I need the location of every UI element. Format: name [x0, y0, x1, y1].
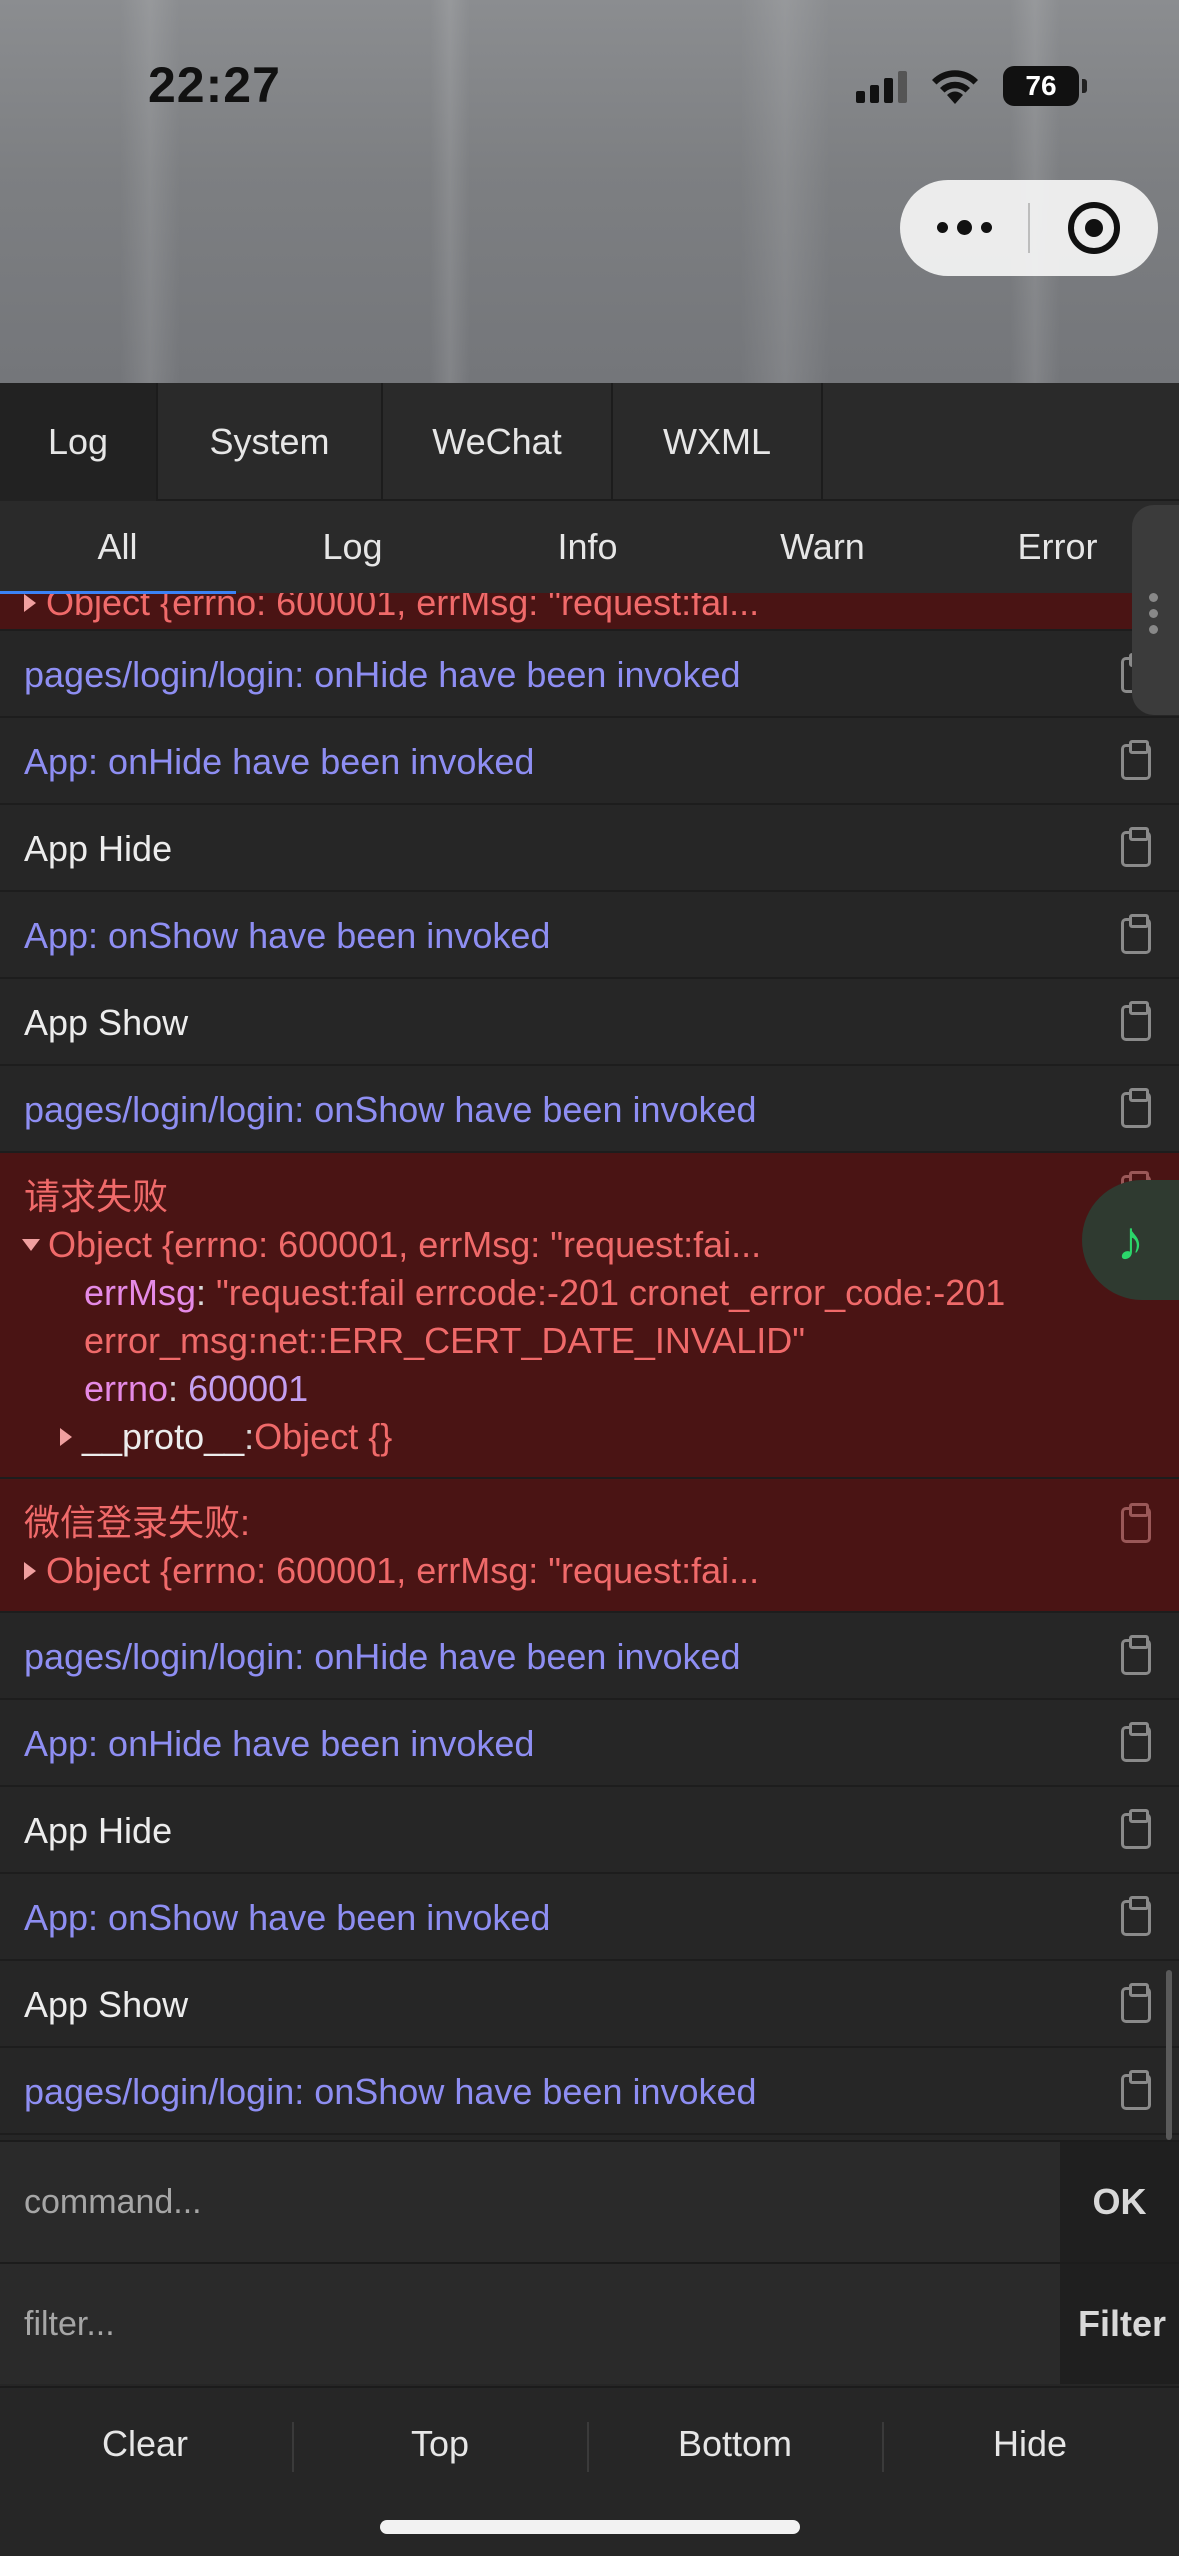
- subtab-warn[interactable]: Warn: [705, 501, 940, 593]
- hide-button[interactable]: Hide: [885, 2414, 1175, 2474]
- copy-icon[interactable]: [1121, 2070, 1151, 2110]
- error-object-summary: Object {errno: 600001, errMsg: "request:…: [48, 1224, 762, 1265]
- log-text: App: onHide have been invoked: [24, 741, 535, 782]
- log-text: App Show: [24, 1002, 189, 1043]
- side-drag-handle[interactable]: [1132, 505, 1179, 715]
- copy-icon[interactable]: [1121, 1635, 1151, 1675]
- tab-wxml[interactable]: WXML: [613, 383, 823, 501]
- log-row-error-partial: Object {errno: 600001, errMsg: "request:…: [0, 593, 1179, 631]
- close-miniprogram-button[interactable]: [1030, 202, 1158, 254]
- log-text: App: onHide have been invoked: [24, 1723, 535, 1764]
- log-text: App Show: [24, 1984, 189, 2025]
- tab-system[interactable]: System: [158, 383, 383, 501]
- subtab-info[interactable]: Info: [470, 501, 705, 593]
- cellular-signal-icon: [856, 69, 907, 103]
- filter-button[interactable]: Filter: [1060, 2264, 1179, 2384]
- log-row: App Show: [0, 979, 1179, 1066]
- proto-key: __proto__: [82, 1416, 245, 1457]
- expand-arrow-icon[interactable]: [24, 594, 36, 612]
- log-row: pages/login/login: onHide have been invo…: [0, 1613, 1179, 1700]
- scrollbar[interactable]: [1166, 1970, 1172, 2140]
- copy-icon[interactable]: [1121, 1722, 1151, 1762]
- log-row: App Hide: [0, 1787, 1179, 1874]
- log-row: App: onShow have been invoked: [0, 892, 1179, 979]
- status-time: 22:27: [148, 57, 281, 113]
- error-title: 微信登录失败:: [24, 1502, 251, 1543]
- error-object-summary: Object {errno: 600001, errMsg: "request:…: [46, 1550, 760, 1591]
- subtab-all[interactable]: All: [0, 501, 235, 593]
- home-indicator: [380, 2520, 800, 2534]
- mini-program-header: 22:27 76: [0, 0, 1179, 383]
- proto-value: Object {}: [254, 1416, 393, 1457]
- subtab-log[interactable]: Log: [235, 501, 470, 593]
- log-row-error: 微信登录失败: Object {errno: 600001, errMsg: "…: [0, 1479, 1179, 1613]
- ok-button[interactable]: OK: [1060, 2142, 1179, 2262]
- log-row: App: onHide have been invoked: [0, 718, 1179, 805]
- copy-icon[interactable]: [1121, 740, 1151, 780]
- copy-icon[interactable]: [1121, 827, 1151, 867]
- log-text: App: onShow have been invoked: [24, 1897, 551, 1938]
- log-text: pages/login/login: onShow have been invo…: [24, 1089, 757, 1130]
- filter-bar: Filter: [0, 2262, 1179, 2384]
- errmsg-value-cont: error_msg:net::ERR_CERT_DATE_INVALID": [84, 1320, 806, 1361]
- log-row: App Hide: [0, 805, 1179, 892]
- copy-icon[interactable]: [1121, 914, 1151, 954]
- vconsole-tab-bar: Log System WeChat WXML: [0, 383, 1179, 501]
- log-list[interactable]: Object {errno: 600001, errMsg: "request:…: [0, 593, 1179, 2140]
- more-options-button[interactable]: [900, 219, 1028, 235]
- error-object-summary: Object {errno: 600001, errMsg: "request:…: [46, 593, 760, 623]
- top-button[interactable]: Top: [295, 2414, 585, 2474]
- target-icon: [1068, 202, 1120, 254]
- errno-key: errno: [84, 1368, 169, 1409]
- log-filter-tabs: All Log Info Warn Error: [0, 501, 1179, 593]
- log-row: pages/login/login: onHide have been invo…: [0, 631, 1179, 718]
- tab-log[interactable]: Log: [0, 383, 158, 501]
- copy-icon[interactable]: [1121, 1809, 1151, 1849]
- log-row: App: onShow have been invoked: [0, 1874, 1179, 1961]
- command-bar: OK: [0, 2140, 1179, 2262]
- copy-icon[interactable]: [1121, 1983, 1151, 2023]
- capsule-menu: [900, 180, 1158, 276]
- filter-input[interactable]: [0, 2264, 1060, 2384]
- errno-value: 600001: [188, 1368, 309, 1409]
- log-text: pages/login/login: onShow have been invo…: [24, 2071, 757, 2112]
- copy-icon[interactable]: [1121, 1001, 1151, 1041]
- collapse-arrow-icon[interactable]: [22, 1239, 40, 1251]
- log-row-error-expanded: 请求失败 Object {errno: 600001, errMsg: "req…: [0, 1153, 1179, 1479]
- log-row: App: onHide have been invoked: [0, 1700, 1179, 1787]
- status-icons: 76: [856, 62, 1087, 110]
- copy-icon[interactable]: [1121, 1088, 1151, 1128]
- copy-icon[interactable]: [1121, 1896, 1151, 1936]
- log-row: pages/login/login: onShow have been invo…: [0, 1066, 1179, 1153]
- log-text: pages/login/login: onHide have been invo…: [24, 1636, 741, 1677]
- command-input[interactable]: [0, 2142, 1060, 2262]
- clear-button[interactable]: Clear: [0, 2414, 290, 2474]
- bottom-button[interactable]: Bottom: [590, 2414, 880, 2474]
- expand-arrow-icon[interactable]: [60, 1428, 72, 1446]
- errmsg-key: errMsg: [84, 1272, 197, 1313]
- log-row: App Show: [0, 1961, 1179, 2048]
- battery-icon: 76: [1003, 66, 1087, 106]
- errmsg-value: "request:fail errcode:-201 cronet_error_…: [216, 1272, 1006, 1313]
- active-subtab-indicator: [0, 591, 236, 594]
- wifi-icon: [932, 70, 978, 104]
- copy-icon[interactable]: [1121, 1503, 1151, 1543]
- tab-wechat[interactable]: WeChat: [383, 383, 613, 501]
- expand-arrow-icon[interactable]: [24, 1562, 36, 1580]
- log-text: App Hide: [24, 1810, 173, 1851]
- log-text: pages/login/login: onHide have been invo…: [24, 654, 741, 695]
- log-text: App Hide: [24, 828, 173, 869]
- log-text: App: onShow have been invoked: [24, 915, 551, 956]
- error-title: 请求失败: [24, 1176, 169, 1217]
- log-row: pages/login/login: onShow have been invo…: [0, 2048, 1179, 2135]
